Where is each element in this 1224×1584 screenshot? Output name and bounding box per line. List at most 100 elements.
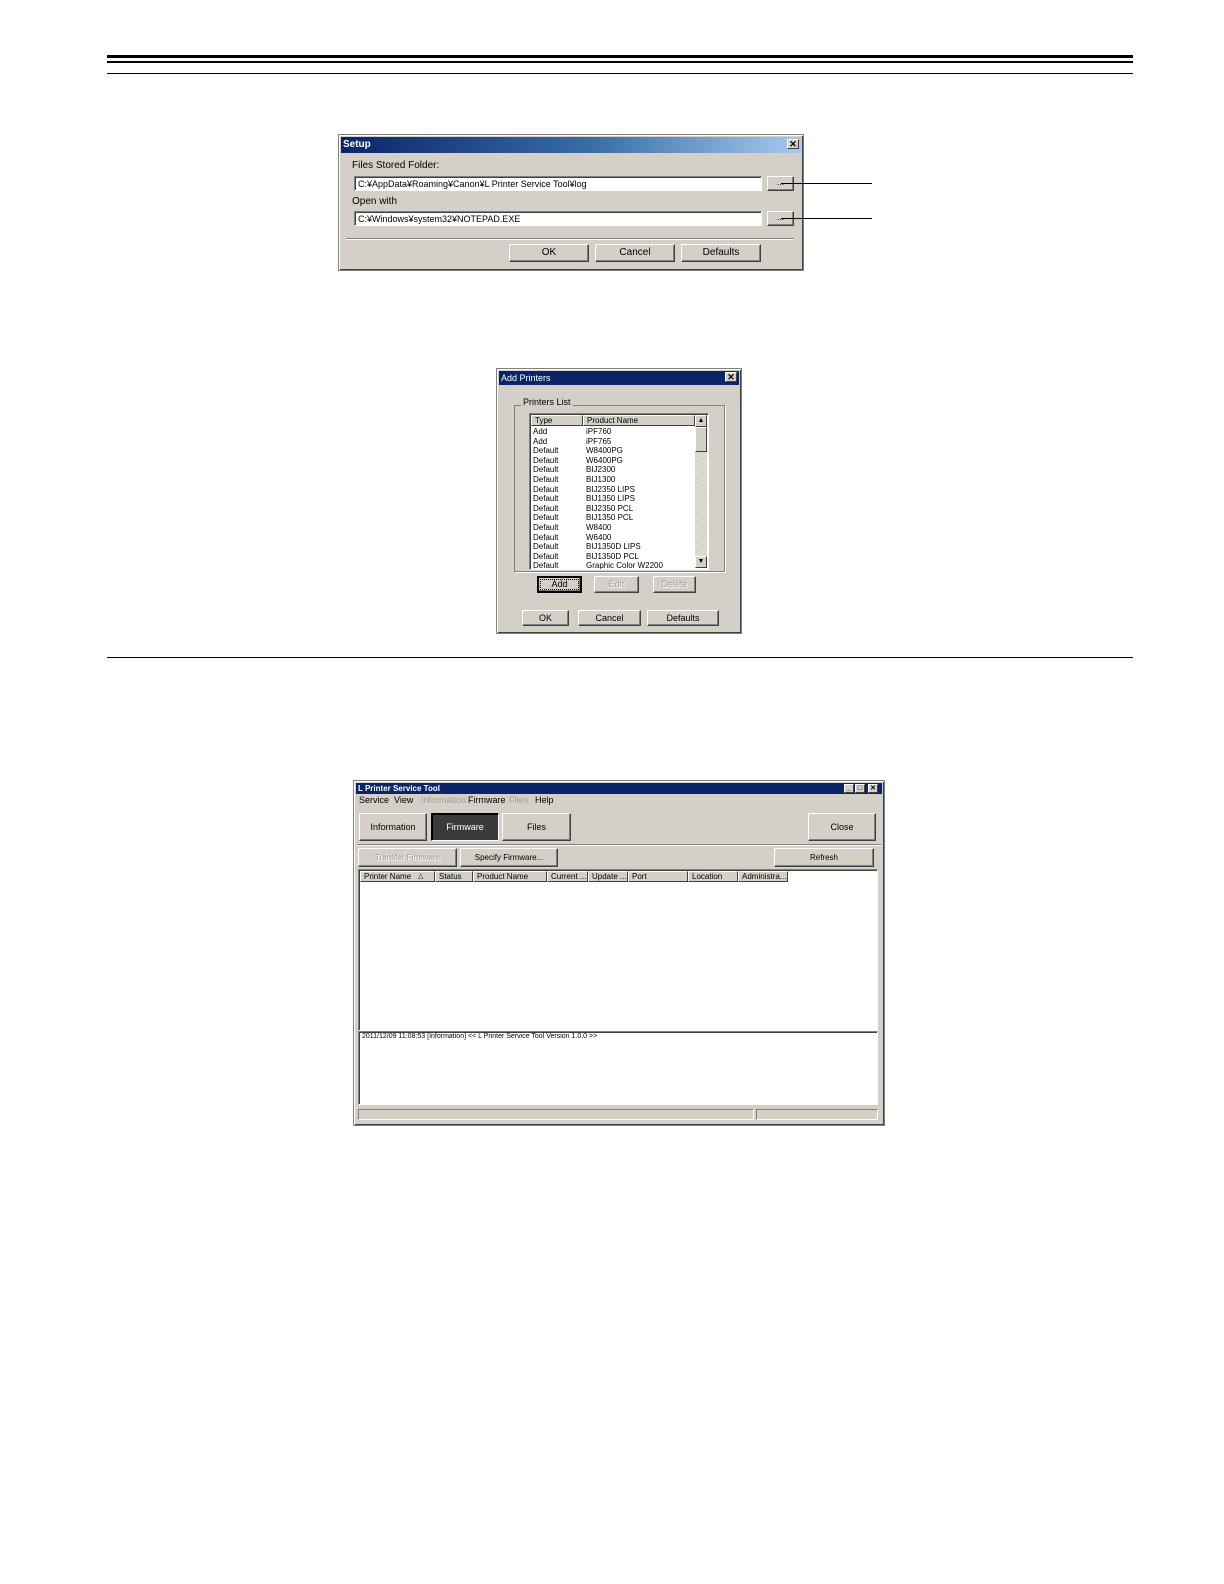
col-header-update[interactable]: Update ...	[588, 871, 628, 882]
menu-information[interactable]: Information	[421, 795, 466, 805]
col-header-product-name[interactable]: Product Name	[473, 871, 547, 882]
list-item-type: Default	[533, 484, 559, 494]
col-header-port[interactable]: Port	[628, 871, 688, 882]
list-item-product-name: iPF765	[586, 436, 612, 446]
col-header-administrator[interactable]: Administra...	[738, 871, 788, 882]
list-item-type: Default	[533, 542, 559, 552]
delete-button[interactable]: Delete	[653, 576, 696, 593]
add-printers-titlebar: Add Printers	[499, 371, 739, 385]
menu-files[interactable]: Files	[509, 795, 528, 805]
log-line: 2011/12/09 11:08:53 [Information] << L P…	[362, 1033, 598, 1040]
edit-button[interactable]: Edit	[594, 576, 639, 593]
list-item-product-name: W6400PG	[586, 455, 623, 465]
setup-titlebar: Setup	[341, 137, 801, 153]
setup-cancel-button[interactable]: Cancel	[595, 244, 675, 262]
list-item-type: Default	[533, 494, 559, 504]
add-printers-cancel-button[interactable]: Cancel	[578, 610, 641, 626]
list-item-product-name: W6400	[586, 532, 612, 542]
add-printers-ok-button[interactable]: OK	[522, 610, 569, 626]
files-stored-folder-field[interactable]: C:¥AppData¥Roaming¥Canon¥L Printer Servi…	[354, 176, 762, 191]
sort-ascending-icon: △	[418, 873, 424, 880]
transfer-firmware-button[interactable]: Transfer Firmware	[358, 848, 457, 867]
menu-service[interactable]: Service	[359, 795, 389, 805]
status-bar-progress	[358, 1109, 754, 1120]
list-item-product-name: BIJ2350 PCL	[586, 503, 634, 513]
col-header-current[interactable]: Current ...	[547, 871, 588, 882]
list-item-product-name: BIJ2350 LIPS	[586, 484, 635, 494]
list-item-product-name: W8400	[586, 523, 612, 532]
setup-ok-button[interactable]: OK	[509, 244, 589, 262]
refresh-button[interactable]: Refresh	[774, 848, 874, 867]
list-item-product-name: BIJ1350D LIPS	[586, 542, 641, 552]
open-with-label: Open with	[352, 196, 398, 207]
printers-list-rows: Add iPF760 Add iPF765 Default W8400PG Default W…	[530, 427, 694, 569]
list-item-product-name: BIJ1300	[586, 475, 616, 484]
add-printers-title: Add Printers	[501, 373, 551, 383]
open-with-field[interactable]: C:¥Windows¥system32¥NOTEPAD.EXE	[354, 211, 762, 226]
add-button[interactable]: Add	[537, 576, 582, 593]
close-icon[interactable]: ✕	[725, 372, 737, 382]
add-printers-defaults-button[interactable]: Defaults	[647, 610, 719, 626]
specify-firmware-button[interactable]: Specify Firmware...	[460, 848, 558, 867]
list-item-type: Add	[533, 427, 548, 436]
maximize-icon[interactable]: □	[855, 784, 865, 793]
setup-dialog: Setup ✕ Files Stored Folder: C:¥AppData¥…	[338, 134, 804, 271]
list-item-type: Default	[533, 475, 559, 484]
service-tool-titlebar: L Printer Service Tool	[356, 783, 882, 794]
list-item-type: Default	[533, 455, 559, 465]
menu-view[interactable]: View	[394, 795, 413, 805]
service-tool-window: L Printer Service Tool _ □ ✕ Service Vie…	[353, 780, 885, 1126]
callout-line-1	[781, 183, 872, 184]
close-icon[interactable]: ✕	[868, 784, 878, 793]
list-item-type: Default	[533, 551, 559, 561]
tab-files[interactable]: Files	[502, 813, 571, 841]
tab-firmware[interactable]: Firmware	[431, 813, 499, 841]
printers-list-scrollbar[interactable]: ▲ ▼	[695, 415, 707, 568]
menu-help[interactable]: Help	[535, 795, 554, 805]
col-header-printer-name-label: Printer Name	[364, 872, 412, 881]
list-item-product-name: W8400PG	[586, 446, 623, 456]
scroll-up-icon[interactable]: ▲	[695, 415, 707, 427]
printer-list[interactable]: Printer Name △ Status Product Name Curre…	[358, 869, 878, 1031]
list-item-type: Default	[533, 465, 559, 475]
close-button[interactable]: Close	[808, 813, 876, 841]
list-item-product-name: BIJ2300	[586, 465, 616, 475]
col-header-location[interactable]: Location	[688, 871, 738, 882]
col-header-status[interactable]: Status	[435, 871, 473, 882]
col-header-printer-name[interactable]: Printer Name △	[360, 871, 435, 882]
list-item-type: Default	[533, 523, 559, 532]
list-item-product-name: BIJ1350 LIPS	[586, 494, 635, 504]
toolbar-separator	[357, 844, 881, 846]
header-rule-thin	[107, 73, 1133, 74]
list-item-product-name: BIJ1350D PCL	[586, 551, 639, 561]
service-tool-title: L Printer Service Tool	[358, 784, 440, 793]
col-header-type[interactable]: Type	[531, 415, 583, 426]
printers-list-label: Printers List	[521, 397, 573, 407]
log-pane[interactable]: 2011/12/09 11:08:53 [Information] << L P…	[358, 1031, 878, 1105]
scroll-down-icon[interactable]: ▼	[695, 556, 707, 568]
scroll-thumb[interactable]	[695, 427, 707, 452]
add-printers-dialog: Add Printers ✕ Printers List Type Produc…	[496, 368, 742, 634]
menu-firmware[interactable]: Firmware	[468, 795, 506, 805]
list-item-type: Add	[533, 436, 548, 446]
files-stored-folder-label: Files Stored Folder:	[352, 160, 440, 171]
list-item-type: Default	[533, 513, 559, 523]
list-item-type: Default	[533, 446, 559, 456]
setup-defaults-button[interactable]: Defaults	[681, 244, 761, 262]
status-bar-panel	[756, 1109, 878, 1120]
callout-line-2	[781, 218, 872, 219]
close-icon[interactable]: ✕	[787, 139, 799, 149]
list-item-product-name: Graphic Color W2200	[586, 561, 663, 570]
list-item-type: Default	[533, 503, 559, 513]
list-item-type: Default	[533, 532, 559, 542]
tab-information[interactable]: Information	[359, 813, 427, 841]
header-rule-thick	[107, 55, 1133, 58]
minimize-icon[interactable]: _	[844, 784, 854, 793]
list-item-product-name: BIJ1350 PCL	[586, 513, 634, 523]
header-rule-medium	[107, 61, 1133, 63]
col-header-product-name[interactable]: Product Name	[583, 415, 695, 426]
printers-list[interactable]: Type Product Name Add iPF760 Add iPF765 Defa…	[529, 413, 709, 570]
setup-separator	[346, 238, 794, 240]
section-divider	[107, 657, 1133, 658]
list-item-product-name: iPF760	[586, 427, 612, 436]
